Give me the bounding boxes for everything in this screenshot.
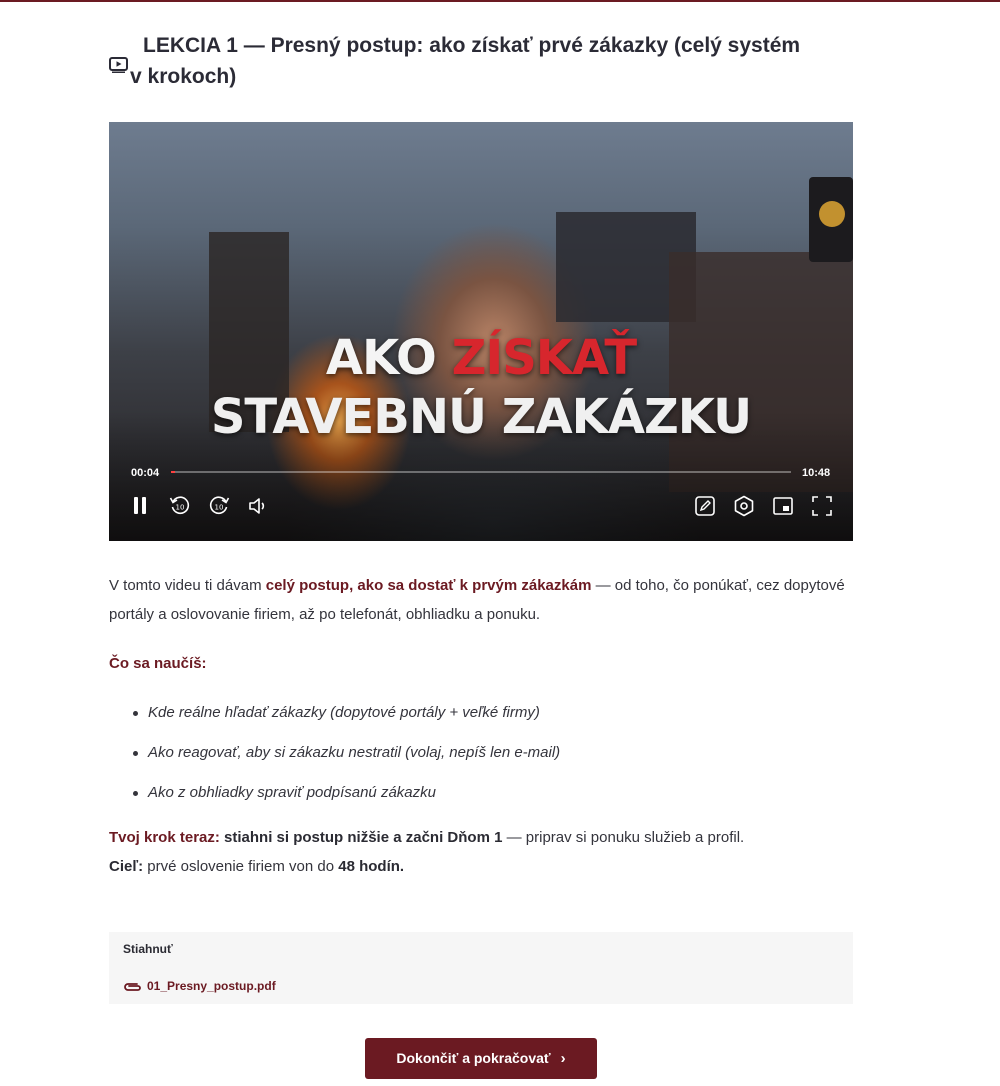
intro-text: V tomto videu ti dávam bbox=[109, 577, 266, 594]
video-overlay-title-line1: AKO ZÍSKAŤ bbox=[109, 330, 853, 386]
rewind-10-icon[interactable]: 10 bbox=[168, 494, 192, 518]
volume-icon[interactable] bbox=[246, 494, 270, 518]
video-progress-fill bbox=[171, 471, 175, 473]
goal-deadline: 48 hodín. bbox=[338, 858, 405, 875]
download-file-link[interactable]: 01_Presny_postup.pdf bbox=[123, 979, 276, 993]
pause-icon[interactable] bbox=[129, 494, 153, 518]
video-current-time: 00:04 bbox=[131, 467, 160, 479]
finish-button-label: Dokončiť a pokračovať bbox=[396, 1050, 551, 1066]
list-item: Ako reagovať, aby si zákazku nestratil (… bbox=[132, 741, 560, 781]
paperclip-icon bbox=[123, 979, 147, 993]
list-item: Ako z obhliadky spraviť podpísanú zákazk… bbox=[132, 781, 560, 821]
lesson-title: LEKCIA 1 — Presný postup: ako získať prv… bbox=[109, 30, 854, 92]
intro-highlight: celý postup, ako sa dostať k prvým zákaz… bbox=[265, 577, 592, 594]
video-progress-bar[interactable] bbox=[171, 471, 791, 473]
video-lesson-icon bbox=[109, 51, 129, 73]
top-accent-line bbox=[0, 0, 1000, 2]
download-section: Stiahnuť 01_Presny_postup.pdf bbox=[109, 932, 853, 1004]
video-duration: 10:48 bbox=[802, 467, 831, 479]
video-background-speaker bbox=[809, 177, 853, 262]
video-overlay-title-line2: STAVEBNÚ ZAKÁZKU bbox=[210, 389, 752, 445]
video-player[interactable]: AKO ZÍSKAŤ STAVEBNÚ ZAKÁZKU 00:04 10:48 … bbox=[109, 122, 853, 541]
goal-label: Cieľ: bbox=[109, 858, 144, 875]
next-step-label: Tvoj krok teraz: bbox=[109, 829, 220, 846]
forward-10-icon[interactable]: 10 bbox=[207, 494, 231, 518]
picture-in-picture-icon[interactable] bbox=[771, 494, 795, 518]
video-overlay-word2: ZÍSKAŤ bbox=[451, 330, 638, 386]
fullscreen-icon[interactable] bbox=[810, 494, 834, 518]
lesson-title-line2: v krokoch) bbox=[130, 65, 237, 88]
svg-text:10: 10 bbox=[215, 504, 224, 512]
svg-text:10: 10 bbox=[176, 504, 185, 512]
finish-and-continue-button[interactable]: Dokončiť a pokračovať › bbox=[365, 1038, 597, 1079]
goal-text: prvé oslovenie firiem von do bbox=[143, 858, 339, 875]
next-step-text: — priprav si ponuku služieb a profil. bbox=[502, 829, 745, 846]
lesson-intro: V tomto videu ti dávam celý postup, ako … bbox=[109, 571, 854, 629]
learn-list: Kde reálne hľadať zákazky (dopytové port… bbox=[109, 701, 560, 821]
lesson-title-line1: LEKCIA 1 — Presný postup: ako získať prv… bbox=[143, 34, 801, 57]
next-step-bold: stiahni si postup nižšie a začni Dňom 1 bbox=[224, 829, 503, 846]
list-item: Kde reálne hľadať zákazky (dopytové port… bbox=[132, 701, 560, 741]
edit-icon[interactable] bbox=[693, 494, 717, 518]
download-file-name: 01_Presny_postup.pdf bbox=[147, 979, 276, 993]
next-step: Tvoj krok teraz: stiahni si postup nižši… bbox=[109, 823, 854, 881]
learn-heading: Čo sa naučíš: bbox=[109, 655, 207, 672]
video-overlay-word1: AKO bbox=[325, 330, 437, 386]
chevron-right-icon: › bbox=[560, 1050, 566, 1067]
settings-icon[interactable] bbox=[732, 494, 756, 518]
download-heading: Stiahnuť bbox=[123, 942, 173, 956]
